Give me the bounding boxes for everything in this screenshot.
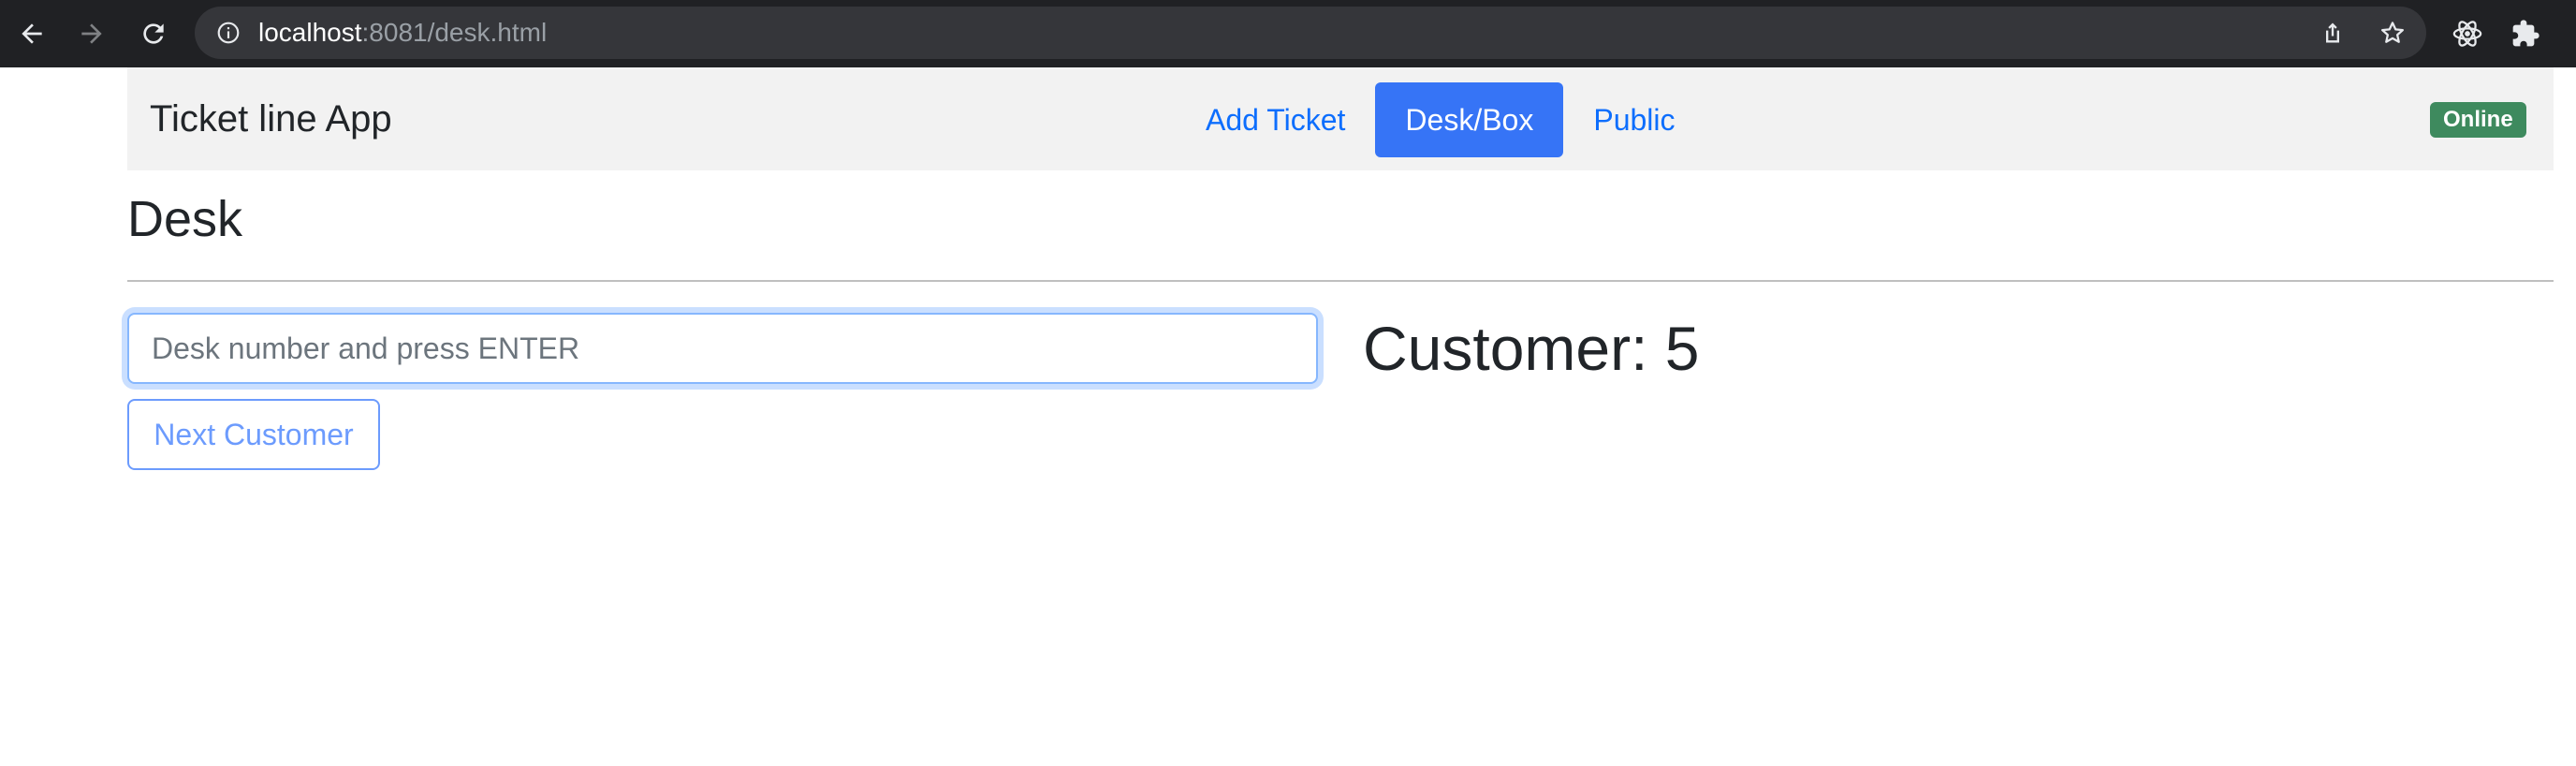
nav-links: Add Ticket Desk/Box Public: [1176, 82, 1705, 157]
page-title: Desk: [127, 191, 243, 247]
star-icon[interactable]: [2378, 18, 2408, 48]
address-bar[interactable]: localhost:8081/desk.html: [195, 7, 2426, 59]
next-customer-button[interactable]: Next Customer: [127, 399, 380, 470]
arrow-left-icon[interactable]: [11, 13, 52, 54]
url-path: :8081/desk.html: [361, 18, 548, 47]
info-icon[interactable]: [213, 18, 243, 48]
app-navbar: Ticket line App Add Ticket Desk/Box Publ…: [127, 67, 2554, 170]
reload-icon[interactable]: [133, 13, 174, 54]
arrow-right-icon[interactable]: [71, 13, 112, 54]
status-badge: Online: [2430, 102, 2526, 138]
divider: [127, 280, 2554, 282]
nav-link-public[interactable]: Public: [1563, 82, 1705, 157]
nav-link-desk-box[interactable]: Desk/Box: [1375, 82, 1564, 157]
customer-heading: Customer: 5: [1363, 314, 1700, 383]
brand-title[interactable]: Ticket line App: [150, 67, 392, 170]
url-host: localhost: [258, 18, 362, 47]
desk-number-input[interactable]: [127, 313, 1318, 384]
react-icon[interactable]: [2447, 13, 2488, 54]
share-icon[interactable]: [2318, 18, 2348, 48]
puzzle-icon[interactable]: [2505, 13, 2546, 54]
nav-link-add-ticket[interactable]: Add Ticket: [1176, 82, 1375, 157]
browser-toolbar: localhost:8081/desk.html: [0, 0, 2576, 67]
url-text: localhost:8081/desk.html: [258, 7, 547, 59]
